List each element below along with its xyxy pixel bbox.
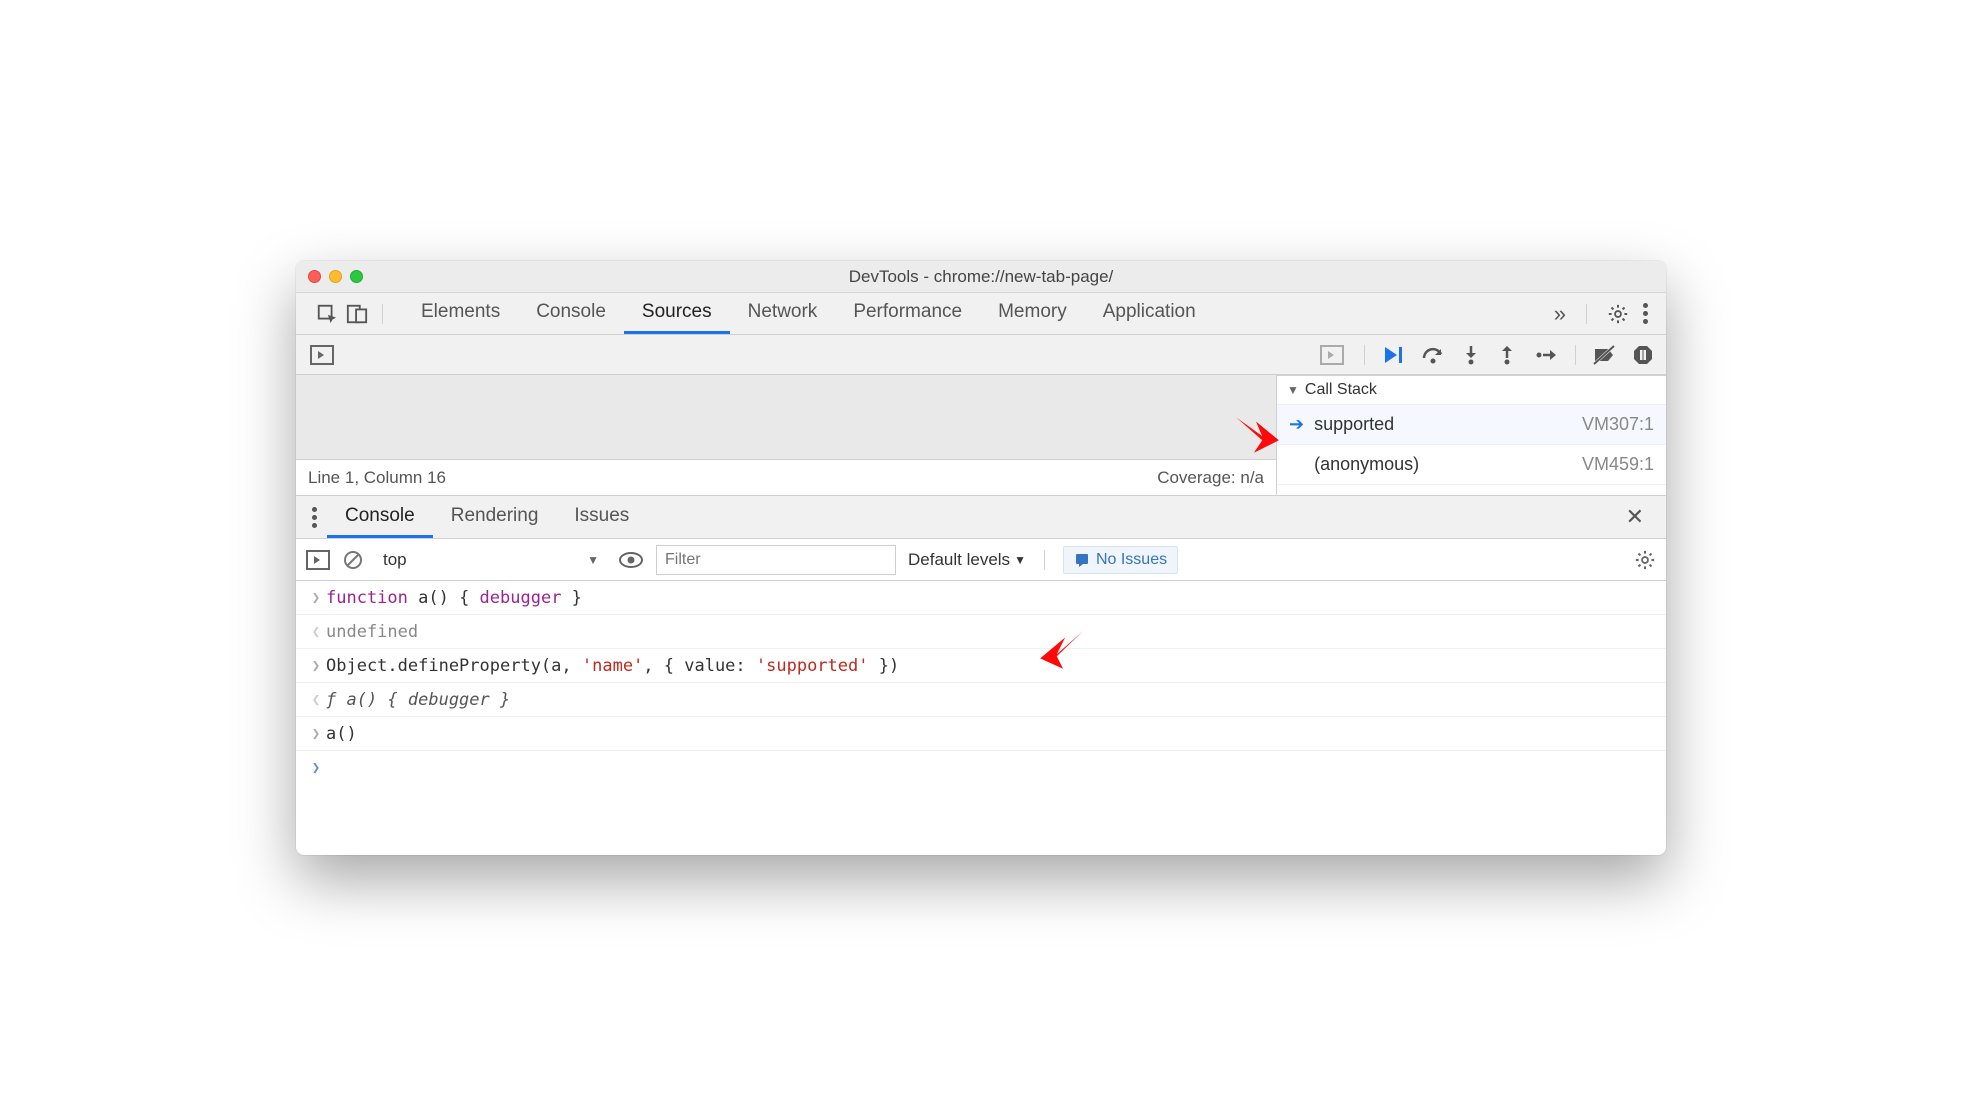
kebab-menu-icon[interactable] — [1643, 303, 1648, 324]
toggle-debugger-sidebar-icon[interactable] — [1320, 345, 1344, 365]
tab-memory[interactable]: Memory — [980, 293, 1085, 334]
console-text: ƒ a() { debugger } — [326, 690, 510, 710]
frame-name: supported — [1314, 414, 1394, 435]
device-toolbar-icon[interactable] — [346, 303, 368, 325]
tab-network[interactable]: Network — [730, 293, 836, 334]
console-text: undefined — [326, 622, 418, 642]
console-settings-gear-icon[interactable] — [1634, 549, 1656, 571]
traffic-lights — [308, 270, 363, 283]
editor-status: Line 1, Column 16 Coverage: n/a — [296, 459, 1276, 495]
coverage-status: Coverage: n/a — [1157, 468, 1264, 488]
tab-sources[interactable]: Sources — [624, 293, 730, 334]
filter-input[interactable] — [656, 545, 896, 575]
console-toolbar: top ▼ Default levels ▼ No Issues — [296, 539, 1666, 581]
console-prompt[interactable] — [296, 751, 1666, 785]
cursor-position: Line 1, Column 16 — [308, 468, 446, 488]
drawer-tabbar: Console Rendering Issues ✕ — [296, 495, 1666, 539]
close-drawer-button[interactable]: ✕ — [1610, 496, 1660, 538]
tab-performance[interactable]: Performance — [835, 293, 980, 334]
titlebar: DevTools - chrome://new-tab-page/ — [296, 261, 1666, 293]
tab-application[interactable]: Application — [1085, 293, 1214, 334]
tab-elements[interactable]: Elements — [403, 293, 518, 334]
collapse-triangle-icon: ▼ — [1287, 383, 1299, 397]
call-stack-header[interactable]: ▼ Call Stack — [1277, 375, 1666, 405]
close-window-button[interactable] — [308, 270, 321, 283]
clear-console-icon[interactable] — [342, 549, 364, 571]
current-frame-arrow-icon: ➔ — [1289, 414, 1304, 435]
editor-area: Line 1, Column 16 Coverage: n/a — [296, 375, 1276, 495]
console-row[interactable]: Object.defineProperty(a, 'name', { value… — [296, 649, 1666, 683]
deactivate-breakpoints-icon[interactable] — [1586, 344, 1622, 366]
sources-content: Line 1, Column 16 Coverage: n/a ▼ Call S… — [296, 375, 1666, 495]
zoom-window-button[interactable] — [350, 270, 363, 283]
debugger-sidebar: ▼ Call Stack ➔ supported VM307:1 ➔ (anon… — [1276, 375, 1666, 495]
tab-console[interactable]: Console — [518, 293, 624, 334]
issues-button[interactable]: No Issues — [1063, 546, 1178, 574]
log-levels-select[interactable]: Default levels ▼ — [908, 550, 1026, 570]
minimize-window-button[interactable] — [329, 270, 342, 283]
console-row[interactable]: ƒ a() { debugger } — [296, 683, 1666, 717]
more-tabs-icon[interactable]: » — [1554, 301, 1566, 327]
step-out-icon[interactable] — [1491, 344, 1523, 366]
console-row[interactable]: undefined — [296, 615, 1666, 649]
frame-location: VM307:1 — [1582, 414, 1654, 435]
console-row[interactable]: function a() { debugger } — [296, 581, 1666, 615]
call-stack-frame[interactable]: ➔ (anonymous) VM459:1 — [1277, 445, 1666, 485]
toggle-navigator-icon[interactable] — [310, 345, 334, 365]
settings-gear-icon[interactable] — [1607, 303, 1629, 325]
console-text: function a() { debugger } — [326, 588, 582, 608]
resume-script-icon[interactable] — [1375, 344, 1411, 366]
live-expression-icon[interactable] — [618, 551, 644, 569]
step-icon[interactable] — [1527, 344, 1565, 366]
chevron-down-icon: ▼ — [1014, 553, 1026, 567]
devtools-window: DevTools - chrome://new-tab-page/ Elemen… — [296, 261, 1666, 855]
drawer-kebab-icon[interactable] — [312, 507, 317, 528]
sources-toolbar — [296, 335, 1666, 375]
step-into-icon[interactable] — [1455, 344, 1487, 366]
window-title: DevTools - chrome://new-tab-page/ — [308, 267, 1654, 287]
frame-name: (anonymous) — [1314, 454, 1419, 475]
call-stack-label: Call Stack — [1305, 381, 1377, 399]
console-text: Object.defineProperty(a, 'name', { value… — [326, 656, 899, 676]
inspect-element-icon[interactable] — [316, 303, 338, 325]
drawer-tab-rendering[interactable]: Rendering — [433, 496, 557, 538]
call-stack-frame[interactable]: ➔ supported VM307:1 — [1277, 405, 1666, 445]
console-text: a() — [326, 724, 357, 744]
execution-context-select[interactable]: top ▼ — [376, 545, 606, 575]
pause-on-exceptions-icon[interactable] — [1626, 344, 1660, 366]
main-tabbar: Elements Console Sources Network Perform… — [296, 293, 1666, 335]
chevron-down-icon: ▼ — [587, 553, 599, 567]
console-output: function a() { debugger } undefined Obje… — [296, 581, 1666, 855]
frame-location: VM459:1 — [1582, 454, 1654, 475]
drawer-tab-console[interactable]: Console — [327, 496, 433, 538]
console-row[interactable]: a() — [296, 717, 1666, 751]
drawer-tab-issues[interactable]: Issues — [556, 496, 647, 538]
step-over-icon[interactable] — [1415, 344, 1451, 366]
console-sidebar-toggle-icon[interactable] — [306, 550, 330, 570]
